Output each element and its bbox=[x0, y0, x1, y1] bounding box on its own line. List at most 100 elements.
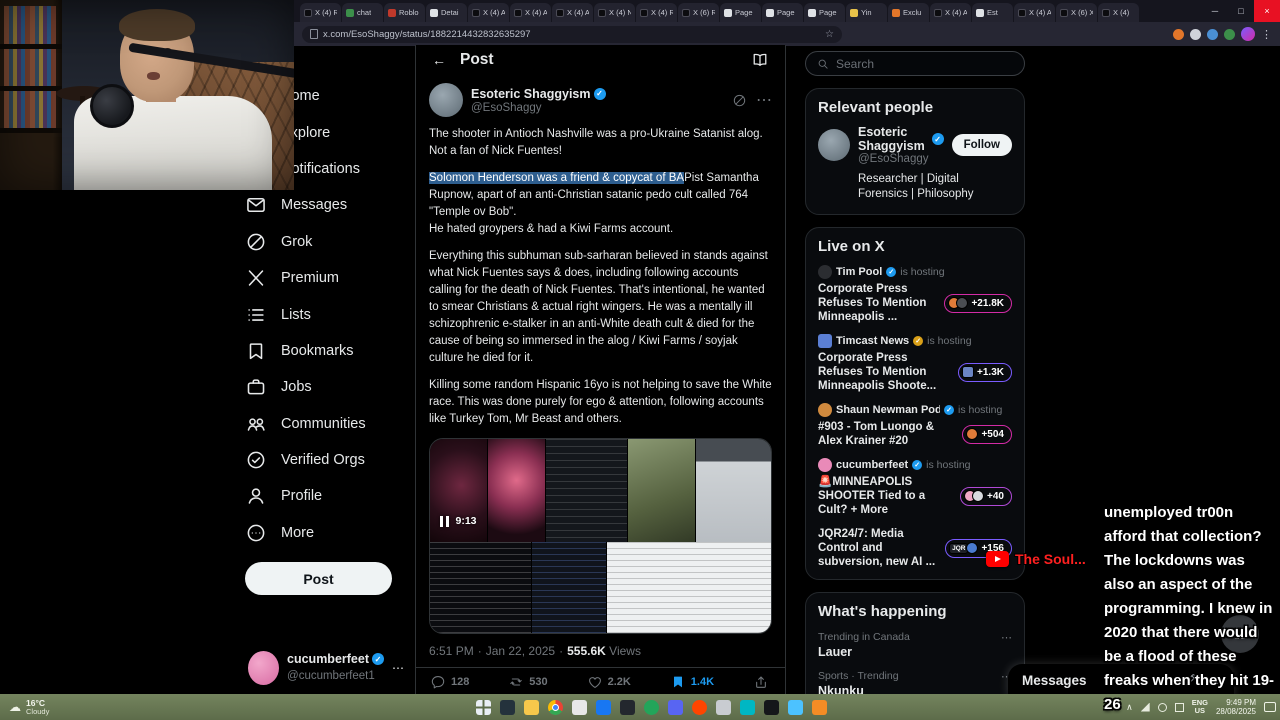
sidebar-item-verified-orgs[interactable]: Verified Orgs bbox=[236, 442, 406, 478]
pause-icon[interactable] bbox=[440, 515, 449, 527]
profile-bio: Researcher | Digital Forensics | Philoso… bbox=[858, 173, 974, 200]
sidebar-item-lists[interactable]: Lists bbox=[236, 296, 406, 332]
trend-more-icon[interactable]: ⋯ bbox=[1001, 631, 1012, 644]
browser-profile-avatar[interactable] bbox=[1241, 27, 1255, 41]
sidebar-item-bookmarks[interactable]: Bookmarks bbox=[236, 333, 406, 369]
browser-extensions: ⋮ bbox=[1173, 27, 1272, 41]
live-entry[interactable]: cucumberfeet ✓ is hosting 🚨MINNEAPOLIS SHO… bbox=[818, 458, 1012, 517]
avatar[interactable] bbox=[818, 129, 850, 161]
taskbar-app-icon[interactable] bbox=[668, 699, 683, 715]
sidebar-item-profile[interactable]: Profile bbox=[236, 478, 406, 514]
extension-icon[interactable] bbox=[1207, 28, 1218, 40]
account-switcher[interactable]: cucumberfeet ✓ @cucumberfeet1 ⋯ bbox=[248, 651, 404, 685]
browser-tab[interactable]: X (4) bbox=[1098, 3, 1139, 22]
extension-icon[interactable] bbox=[1224, 28, 1235, 40]
tab-favicon bbox=[682, 8, 690, 17]
page-info-icon[interactable] bbox=[310, 29, 318, 39]
back-button[interactable]: ← bbox=[432, 52, 446, 68]
window-minimize-button[interactable]: ─ bbox=[1202, 0, 1228, 22]
sidebar-item-communities[interactable]: Communities bbox=[236, 406, 406, 442]
post-author-row[interactable]: Esoteric Shaggyism ✓ @EsoShaggy ⋯ bbox=[429, 79, 772, 117]
taskbar-app-icon[interactable] bbox=[596, 699, 611, 715]
reader-mode-icon[interactable] bbox=[751, 51, 769, 69]
browser-tab[interactable]: Page bbox=[762, 3, 803, 22]
browser-tab[interactable]: Roblo bbox=[384, 3, 425, 22]
video-collage-tile bbox=[607, 542, 771, 633]
taskbar-weather[interactable]: ☁ 16°C Cloudy bbox=[0, 694, 58, 720]
browser-tab[interactable]: X (4) R bbox=[636, 3, 677, 22]
browser-tab[interactable]: Est bbox=[972, 3, 1013, 22]
reply-button[interactable]: 128 bbox=[430, 674, 469, 690]
sidebar-item-grok[interactable]: Grok bbox=[236, 224, 406, 260]
browser-tab[interactable]: X (6) R bbox=[678, 3, 719, 22]
taskbar-app-icon[interactable] bbox=[620, 699, 635, 715]
taskbar-app-icon[interactable] bbox=[692, 699, 707, 715]
chat-line: afford that collection? bbox=[1104, 528, 1262, 545]
taskbar-app-icon[interactable] bbox=[812, 699, 827, 715]
video-collage-tile bbox=[487, 439, 546, 542]
browser-tab[interactable]: X (4) A bbox=[1014, 3, 1055, 22]
account-name: cucumberfeet bbox=[287, 652, 369, 666]
more-icon[interactable]: ⋯ bbox=[392, 661, 404, 675]
url-field[interactable]: x.com/EsoShaggy/status/18822144328326352… bbox=[302, 25, 842, 43]
taskbar-app-icon[interactable] bbox=[740, 699, 755, 715]
sidebar-item-more[interactable]: More bbox=[236, 515, 406, 551]
extension-icon[interactable] bbox=[1190, 28, 1201, 40]
browser-tab[interactable]: Yin bbox=[846, 3, 887, 22]
repost-button[interactable]: 530 bbox=[508, 674, 548, 690]
sidebar-item-premium[interactable]: Premium bbox=[236, 260, 406, 296]
browser-tab[interactable]: Detai bbox=[426, 3, 467, 22]
video-collage-tile bbox=[695, 439, 771, 542]
browser-tab[interactable]: X (6) X bbox=[1056, 3, 1097, 22]
sidebar-item-messages[interactable]: Messages bbox=[236, 187, 406, 223]
live-entry[interactable]: JQR24/7: Media Control and subversion, n… bbox=[818, 527, 1012, 569]
taskbar-app-icon[interactable] bbox=[764, 699, 779, 715]
browser-tab[interactable]: X (4) A bbox=[930, 3, 971, 22]
tab-favicon bbox=[346, 8, 354, 17]
taskbar-app-icon[interactable] bbox=[500, 699, 515, 715]
window-maximize-button[interactable]: □ bbox=[1228, 0, 1254, 22]
browser-menu-icon[interactable]: ⋮ bbox=[1261, 28, 1272, 41]
taskbar-app-icon[interactable] bbox=[788, 699, 803, 715]
video-player[interactable]: 9:13 bbox=[429, 438, 772, 634]
like-button[interactable]: 2.2K bbox=[587, 674, 631, 690]
browser-tab[interactable]: X (4) A bbox=[552, 3, 593, 22]
tab-favicon bbox=[514, 8, 522, 17]
video-collage-tile bbox=[627, 439, 696, 542]
file-explorer-icon[interactable] bbox=[524, 699, 539, 715]
bookmark-star-icon[interactable]: ☆ bbox=[825, 29, 834, 40]
search-input[interactable]: Search bbox=[805, 51, 1025, 76]
chrome-icon[interactable] bbox=[548, 699, 563, 715]
live-viewers-pill: +504 bbox=[962, 424, 1012, 444]
taskbar-app-icon[interactable] bbox=[716, 699, 731, 715]
live-entry[interactable]: Tim Pool ✓ is hosting Corporate Press Refu… bbox=[818, 265, 1012, 324]
grok-summarize-icon[interactable] bbox=[732, 93, 747, 108]
live-entry[interactable]: Shaun Newman Podcast✓is hosting #903 - T… bbox=[818, 403, 1012, 448]
extension-icon[interactable] bbox=[1173, 28, 1184, 40]
window-close-button[interactable]: × bbox=[1254, 0, 1280, 22]
sidebar-post-button[interactable]: Post bbox=[245, 562, 392, 595]
follow-button[interactable]: Follow bbox=[951, 134, 1012, 156]
author-name: Esoteric Shaggyism bbox=[471, 86, 591, 101]
browser-tab[interactable]: Page bbox=[720, 3, 761, 22]
post-column: ← Post Esoteric Shaggyism ✓ @EsoShaggy ⋯ … bbox=[415, 45, 786, 720]
taskbar-app-icon[interactable] bbox=[644, 699, 659, 715]
trend-item[interactable]: Trending in Canada Lauer ⋯ bbox=[818, 631, 1012, 659]
taskbar-app-icon[interactable] bbox=[572, 699, 587, 715]
browser-tab[interactable]: X (4) R bbox=[300, 3, 341, 22]
post-more-icon[interactable]: ⋯ bbox=[756, 90, 772, 110]
start-button[interactable] bbox=[476, 699, 491, 715]
avatar bbox=[818, 403, 832, 417]
share-button[interactable] bbox=[753, 674, 769, 690]
browser-tab[interactable]: Page bbox=[804, 3, 845, 22]
live-entry[interactable]: Timcast News ✓ is hosting Corporate Press … bbox=[818, 334, 1012, 393]
browser-tab[interactable]: X (4) N bbox=[594, 3, 635, 22]
browser-tab[interactable]: X (4) Ai bbox=[510, 3, 551, 22]
bookmark-button[interactable]: 1.4K bbox=[670, 674, 714, 690]
browser-tab[interactable]: X (4) A bbox=[468, 3, 509, 22]
sidebar-item-jobs[interactable]: Jobs bbox=[236, 369, 406, 405]
author-avatar[interactable] bbox=[429, 83, 463, 117]
browser-tab[interactable]: Exclu bbox=[888, 3, 929, 22]
browser-tab[interactable]: chat bbox=[342, 3, 383, 22]
avatar bbox=[818, 458, 832, 472]
